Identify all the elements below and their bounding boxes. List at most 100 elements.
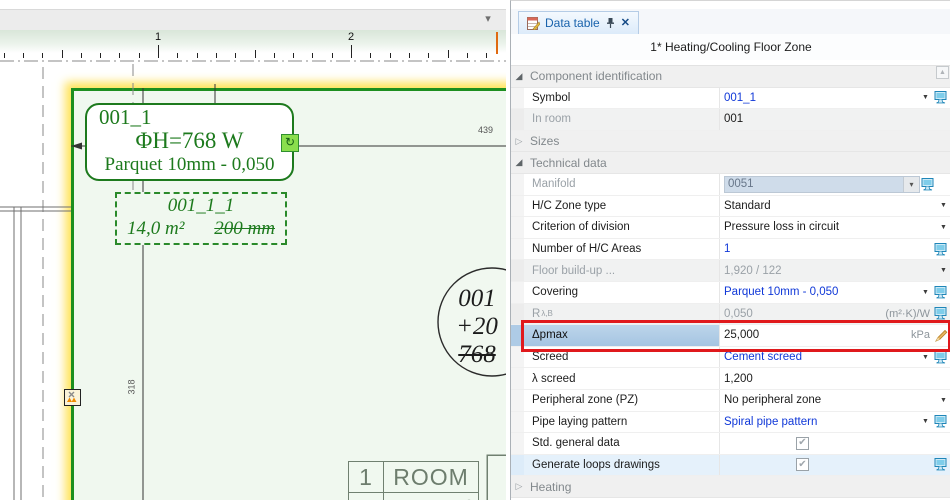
- property-value[interactable]: 0,050: [724, 308, 885, 320]
- tab-data-table[interactable]: Data table ✕: [518, 11, 639, 35]
- pin-icon[interactable]: [605, 17, 616, 29]
- property-value[interactable]: 25,000: [724, 329, 911, 341]
- area-label-box[interactable]: 001_1_1 14,0 m² 200 mm: [115, 192, 287, 245]
- drawing-lines: [0, 0, 506, 500]
- close-icon[interactable]: ✕: [621, 17, 630, 29]
- property-label: λ screed: [524, 368, 720, 389]
- property-row-floor-build-up[interactable]: Floor build-up ... 1,920 / 122▼: [511, 260, 950, 282]
- dimension-label-h: 439: [478, 125, 493, 135]
- property-row-screed[interactable]: Screed Cement screed▼: [511, 347, 950, 369]
- drawing-canvas[interactable]: ▾ 12 001_1 ΦH=768: [0, 0, 506, 500]
- section-technical-data[interactable]: ◢ Technical data: [511, 152, 950, 174]
- property-value[interactable]: Pressure loss in circuit: [724, 221, 936, 233]
- property-row-in-room[interactable]: In room 001: [511, 109, 950, 131]
- data-table-icon: [527, 17, 540, 30]
- property-row-manifold[interactable]: Manifold0051▾: [511, 174, 950, 196]
- property-label: Generate loops drawings: [524, 455, 720, 476]
- property-row-pmax[interactable]: Δpmax25,000kPa: [511, 325, 950, 347]
- property-value[interactable]: Spiral pipe pattern: [724, 416, 918, 428]
- chevron-down-icon[interactable]: ▾: [903, 177, 919, 192]
- property-value[interactable]: 1,920 / 122: [724, 265, 936, 277]
- monitor-icon[interactable]: [933, 458, 949, 472]
- chevron-down-icon[interactable]: ▼: [918, 418, 933, 425]
- data-table-panel: Data table ✕ 1* Heating/Cooling Floor Zo…: [510, 0, 950, 500]
- monitor-icon[interactable]: [933, 242, 949, 256]
- monitor-icon[interactable]: [920, 177, 936, 191]
- section-label: Component identification: [530, 69, 662, 83]
- chevron-down-icon[interactable]: ▼: [918, 354, 933, 361]
- manifold-combo[interactable]: 0051▾: [724, 176, 920, 193]
- room-stamp-table[interactable]: 1 ROOM 1 10,2 m²: [348, 461, 479, 500]
- property-value[interactable]: No peripheral zone: [724, 394, 936, 406]
- property-label: Criterion of division: [524, 217, 720, 238]
- chevron-down-icon[interactable]: ▼: [936, 397, 950, 404]
- property-label: In room: [524, 109, 720, 130]
- expander-icon: ▷: [514, 481, 524, 492]
- property-row-covering[interactable]: Covering Parquet 10mm - 0,050▼: [511, 282, 950, 304]
- property-row-symbol[interactable]: Symbol001_1▼: [511, 88, 950, 110]
- section-component-identification[interactable]: ◢Component identification: [511, 66, 950, 88]
- property-row-generate-loops-drawings[interactable]: Generate loops drawings ✔: [511, 455, 950, 477]
- property-row-std-general-data[interactable]: Std. general data ✔: [511, 433, 950, 455]
- section-sizes[interactable]: ▷ Sizes: [511, 131, 950, 153]
- property-value[interactable]: 001_1: [724, 92, 918, 104]
- property-row-h-c-zone-type[interactable]: H/C Zone type Standard▼: [511, 196, 950, 218]
- expander-icon: ▷: [514, 136, 524, 147]
- property-grid: ◢Component identificationSymbol001_1▼In …: [511, 65, 950, 498]
- property-row-r[interactable]: Rλ,B0,050(m²·K)/W: [511, 304, 950, 326]
- manifold-symbol-label[interactable]: 001 +20 768: [448, 285, 506, 369]
- property-label: Δpmax: [524, 325, 720, 346]
- circle-load: 768: [448, 341, 506, 369]
- circle-room-id: 001: [448, 285, 506, 313]
- frame-fragment: [487, 455, 506, 500]
- section-label: Heating: [530, 480, 571, 494]
- property-label: Std. general data: [524, 433, 720, 454]
- chevron-down-icon[interactable]: ▼: [918, 94, 933, 101]
- chevron-down-icon[interactable]: ▼: [936, 267, 950, 274]
- zone-id: 001_1: [87, 105, 292, 129]
- scroll-up-icon[interactable]: ▲: [936, 66, 949, 79]
- section-label: Sizes: [530, 134, 559, 148]
- panel-title: 1* Heating/Cooling Floor Zone: [511, 34, 950, 60]
- monitor-icon[interactable]: [933, 415, 949, 429]
- room-number-cell2: 1: [348, 492, 384, 500]
- property-label: Floor build-up ...: [524, 260, 720, 281]
- expander-icon: ◢: [514, 157, 524, 168]
- property-row-pipe-laying-pattern[interactable]: Pipe laying patternSpiral pipe pattern▼: [511, 412, 950, 434]
- check-icon: ✔: [798, 460, 806, 470]
- checkbox[interactable]: ✔: [796, 458, 809, 471]
- property-row-criterion-of-division[interactable]: Criterion of division Pressure loss in ci…: [511, 217, 950, 239]
- monitor-icon[interactable]: [933, 350, 949, 364]
- room-name-cell: ROOM: [383, 461, 479, 493]
- check-icon: ✔: [798, 438, 806, 448]
- property-value[interactable]: 1,200: [724, 373, 950, 385]
- property-value[interactable]: Cement screed: [724, 351, 918, 363]
- zone-label-box[interactable]: 001_1 ΦH=768 W Parquet 10mm - 0,050: [85, 103, 294, 181]
- pencil-icon[interactable]: [933, 328, 949, 342]
- chevron-down-icon[interactable]: ▼: [918, 289, 933, 296]
- property-row-number-of-h-c-areas[interactable]: Number of H/C Areas1: [511, 239, 950, 261]
- property-label: H/C Zone type: [524, 196, 720, 217]
- property-row-peripheral-zone-pz[interactable]: Peripheral zone (PZ) No peripheral zone▼: [511, 390, 950, 412]
- rotate-icon[interactable]: ↻: [281, 134, 299, 152]
- property-label: Peripheral zone (PZ): [524, 390, 720, 411]
- property-value[interactable]: 1: [724, 243, 933, 255]
- chevron-down-icon[interactable]: ▼: [936, 224, 950, 231]
- property-value[interactable]: Parquet 10mm - 0,050: [724, 286, 918, 298]
- section-heating[interactable]: ▷ Heating: [511, 476, 950, 498]
- anchor-marker-icon[interactable]: [64, 389, 81, 406]
- monitor-icon[interactable]: [933, 307, 949, 321]
- property-row-screed[interactable]: λ screed 1,200: [511, 368, 950, 390]
- panel-tab-bar: Data table ✕: [511, 9, 950, 34]
- property-value[interactable]: 001: [724, 113, 950, 125]
- monitor-icon[interactable]: [933, 91, 949, 105]
- property-label: Screed: [524, 347, 720, 368]
- section-label: Technical data: [530, 156, 607, 170]
- area-size: 14,0 m²: [127, 217, 184, 240]
- property-value[interactable]: Standard: [724, 200, 936, 212]
- chevron-down-icon[interactable]: ▼: [936, 202, 950, 209]
- application-window: ▾ 12 001_1 ΦH=768: [0, 0, 950, 500]
- checkbox[interactable]: ✔: [796, 437, 809, 450]
- property-label: Covering: [524, 282, 720, 303]
- monitor-icon[interactable]: [933, 285, 949, 299]
